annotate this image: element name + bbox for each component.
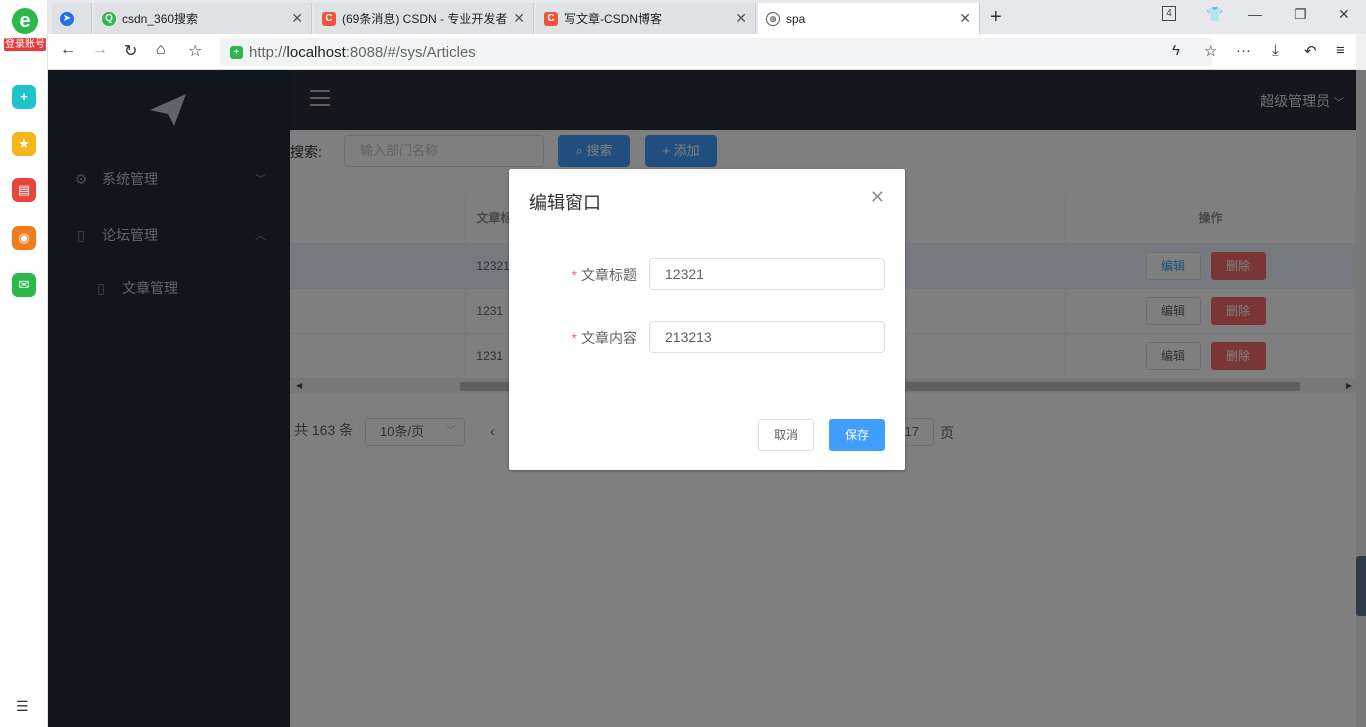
tab-close-icon[interactable]: ✕ bbox=[513, 10, 525, 27]
tab-title: csdn_360搜索 bbox=[122, 12, 199, 26]
tab-title: spa bbox=[786, 11, 806, 26]
title-field[interactable]: 12321 bbox=[649, 258, 885, 290]
star-app-icon[interactable]: ★ bbox=[12, 132, 36, 156]
url-field[interactable]: + http://localhost:8088/#/sys/Articles bbox=[220, 38, 1212, 66]
browser-sidebar: e 登录账号 + ★ ▤ ◉ ✉ ☰ bbox=[0, 0, 48, 727]
form-row-title: * 文章标题 12321 bbox=[509, 258, 905, 290]
restore-icon[interactable]: ❐ bbox=[1294, 6, 1307, 23]
more-icon[interactable]: ··· bbox=[1236, 42, 1251, 59]
secure-shield-icon: + bbox=[230, 45, 243, 59]
form-row-content: * 文章内容 213213 bbox=[509, 321, 905, 353]
browser-e-icon: e bbox=[12, 8, 38, 34]
list-menu-icon[interactable]: ☰ bbox=[16, 698, 29, 715]
cancel-button[interactable]: 取消 bbox=[758, 419, 814, 451]
forward-icon[interactable]: → bbox=[92, 41, 108, 59]
edit-dialog: 编辑窗口 ✕ * 文章标题 12321 * 文章内容 213213 取消 保存 bbox=[509, 169, 905, 470]
tab-csdn-messages[interactable]: C (69条消息) CSDN - 专业开发者 ✕ bbox=[314, 3, 534, 34]
health-app-icon[interactable]: + bbox=[12, 85, 36, 109]
login-label[interactable]: 登录账号 bbox=[4, 38, 46, 51]
favorites-icon[interactable]: ☆ bbox=[188, 41, 202, 61]
side-widget[interactable] bbox=[1356, 556, 1366, 616]
save-button[interactable]: 保存 bbox=[829, 419, 885, 451]
close-window-icon[interactable]: ✕ bbox=[1338, 6, 1350, 23]
mail-app-icon[interactable]: ✉ bbox=[12, 273, 36, 297]
back-icon[interactable]: ← bbox=[60, 41, 76, 59]
download-icon[interactable]: ⤓ bbox=[1272, 42, 1279, 59]
field-label: * 文章标题 bbox=[571, 267, 637, 283]
close-icon[interactable]: ✕ bbox=[870, 187, 885, 208]
navigate-icon: ➤ bbox=[60, 11, 74, 26]
tab-strip: ➤ Q csdn_360搜索 ✕ C (69条消息) CSDN - 专业开发者 … bbox=[48, 0, 1366, 34]
tab-csdn-search[interactable]: Q csdn_360搜索 ✕ bbox=[94, 3, 312, 34]
news-app-icon[interactable]: ▤ bbox=[12, 178, 36, 202]
tab-title: 写文章-CSDN博客 bbox=[564, 12, 662, 26]
dialog-title: 编辑窗口 bbox=[529, 193, 601, 213]
weibo-app-icon[interactable]: ◉ bbox=[12, 226, 36, 250]
tab-csdn-write[interactable]: C 写文章-CSDN博客 ✕ bbox=[536, 3, 756, 34]
search360-icon: Q bbox=[102, 11, 116, 26]
required-mark: * bbox=[571, 330, 577, 346]
tab-spa[interactable]: ⊕ spa ✕ bbox=[758, 3, 980, 34]
star-icon[interactable]: ☆ bbox=[1204, 42, 1217, 60]
content-field[interactable]: 213213 bbox=[649, 321, 885, 353]
home-icon[interactable]: ⌂ bbox=[156, 41, 166, 59]
tab-close-icon[interactable]: ✕ bbox=[735, 10, 747, 27]
lightning-icon[interactable]: ϟ bbox=[1172, 42, 1180, 59]
menu-icon[interactable]: ≡ bbox=[1336, 42, 1345, 59]
tab-title: (69条消息) CSDN - 专业开发者 bbox=[342, 12, 508, 26]
shirt-icon[interactable]: 👕 bbox=[1206, 6, 1223, 23]
field-label: * 文章内容 bbox=[571, 330, 637, 346]
reload-icon[interactable]: ↻ bbox=[124, 41, 137, 61]
address-bar: ← → ↻ ⌂ ☆ + http://localhost:8088/#/sys/… bbox=[48, 34, 1366, 70]
globe-icon: ⊕ bbox=[766, 11, 780, 26]
url-text: http://localhost:8088/#/sys/Articles bbox=[249, 43, 476, 61]
browser-logo[interactable]: e 登录账号 bbox=[4, 8, 46, 51]
csdn-icon: C bbox=[544, 11, 558, 26]
tab-pinned[interactable]: ➤ bbox=[52, 3, 92, 34]
csdn-icon: C bbox=[322, 11, 336, 26]
undo-icon[interactable]: ↶ bbox=[1304, 42, 1317, 60]
tab-close-icon[interactable]: ✕ bbox=[959, 10, 971, 27]
minimize-icon[interactable]: — bbox=[1248, 6, 1262, 22]
tab-count-badge[interactable]: 4 bbox=[1162, 6, 1176, 21]
tab-close-icon[interactable]: ✕ bbox=[291, 10, 303, 27]
new-tab-icon[interactable]: + bbox=[990, 6, 1002, 29]
required-mark: * bbox=[571, 267, 577, 283]
